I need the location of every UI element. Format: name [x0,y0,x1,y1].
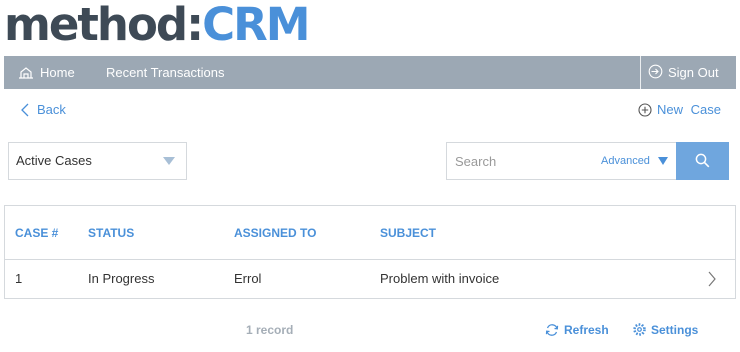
column-header-status[interactable]: STATUS [88,206,134,260]
chevron-left-icon [21,103,29,117]
sign-out-label: Sign Out [668,65,719,80]
cell-assigned-to: Errol [234,271,262,286]
nav-home-label: Home [40,65,75,80]
search-button[interactable] [676,142,729,180]
table-header: CASE # STATUS ASSIGNED TO SUBJECT [5,206,735,260]
logo-crm-text: CRM [202,0,310,51]
back-label: Back [37,102,66,117]
app-logo: method:CRM [4,0,311,51]
table-row[interactable]: 1 In Progress Errol Problem with invoice [5,260,735,298]
search-icon [695,153,710,168]
chevron-down-icon [163,157,175,165]
sign-out-button[interactable]: Sign Out [648,56,719,89]
column-header-subject[interactable]: SUBJECT [380,206,436,260]
column-header-assigned-to[interactable]: ASSIGNED TO [234,206,316,260]
new-case-button[interactable]: New Case [638,100,721,120]
search-box: Advanced [446,142,677,180]
nav-divider [640,56,641,89]
settings-button[interactable]: Settings [632,320,698,340]
plus-circle-icon [638,103,652,117]
nav-recent-transactions[interactable]: Recent Transactions [106,56,225,89]
cell-subject: Problem with invoice [380,271,500,286]
cases-table: CASE # STATUS ASSIGNED TO SUBJECT 1 In P… [4,205,736,299]
refresh-icon [545,324,559,336]
nav-home[interactable]: Home [18,56,75,89]
chevron-right-icon[interactable] [707,271,717,287]
refresh-button[interactable]: Refresh [545,320,609,340]
case-view-value: Active Cases [16,153,92,168]
column-header-case-number[interactable]: CASE # [15,206,58,260]
advanced-search-link[interactable]: Advanced [601,143,650,179]
cell-status: In Progress [88,271,155,286]
top-nav-bar: Home Recent Transactions Sign Out [4,56,736,89]
refresh-label: Refresh [564,323,609,337]
search-input[interactable] [455,143,595,179]
advanced-caret-icon[interactable] [658,157,668,165]
sign-out-icon [648,64,663,79]
settings-label: Settings [651,323,699,337]
gear-icon [633,323,646,336]
back-link[interactable]: Back [20,100,66,120]
new-case-label: New Case [657,102,721,117]
cell-case-number: 1 [15,271,23,286]
logo-method-text: method: [4,0,204,51]
home-icon [19,67,33,79]
record-count: 1 record [246,323,294,337]
case-view-select[interactable]: Active Cases [8,142,187,180]
